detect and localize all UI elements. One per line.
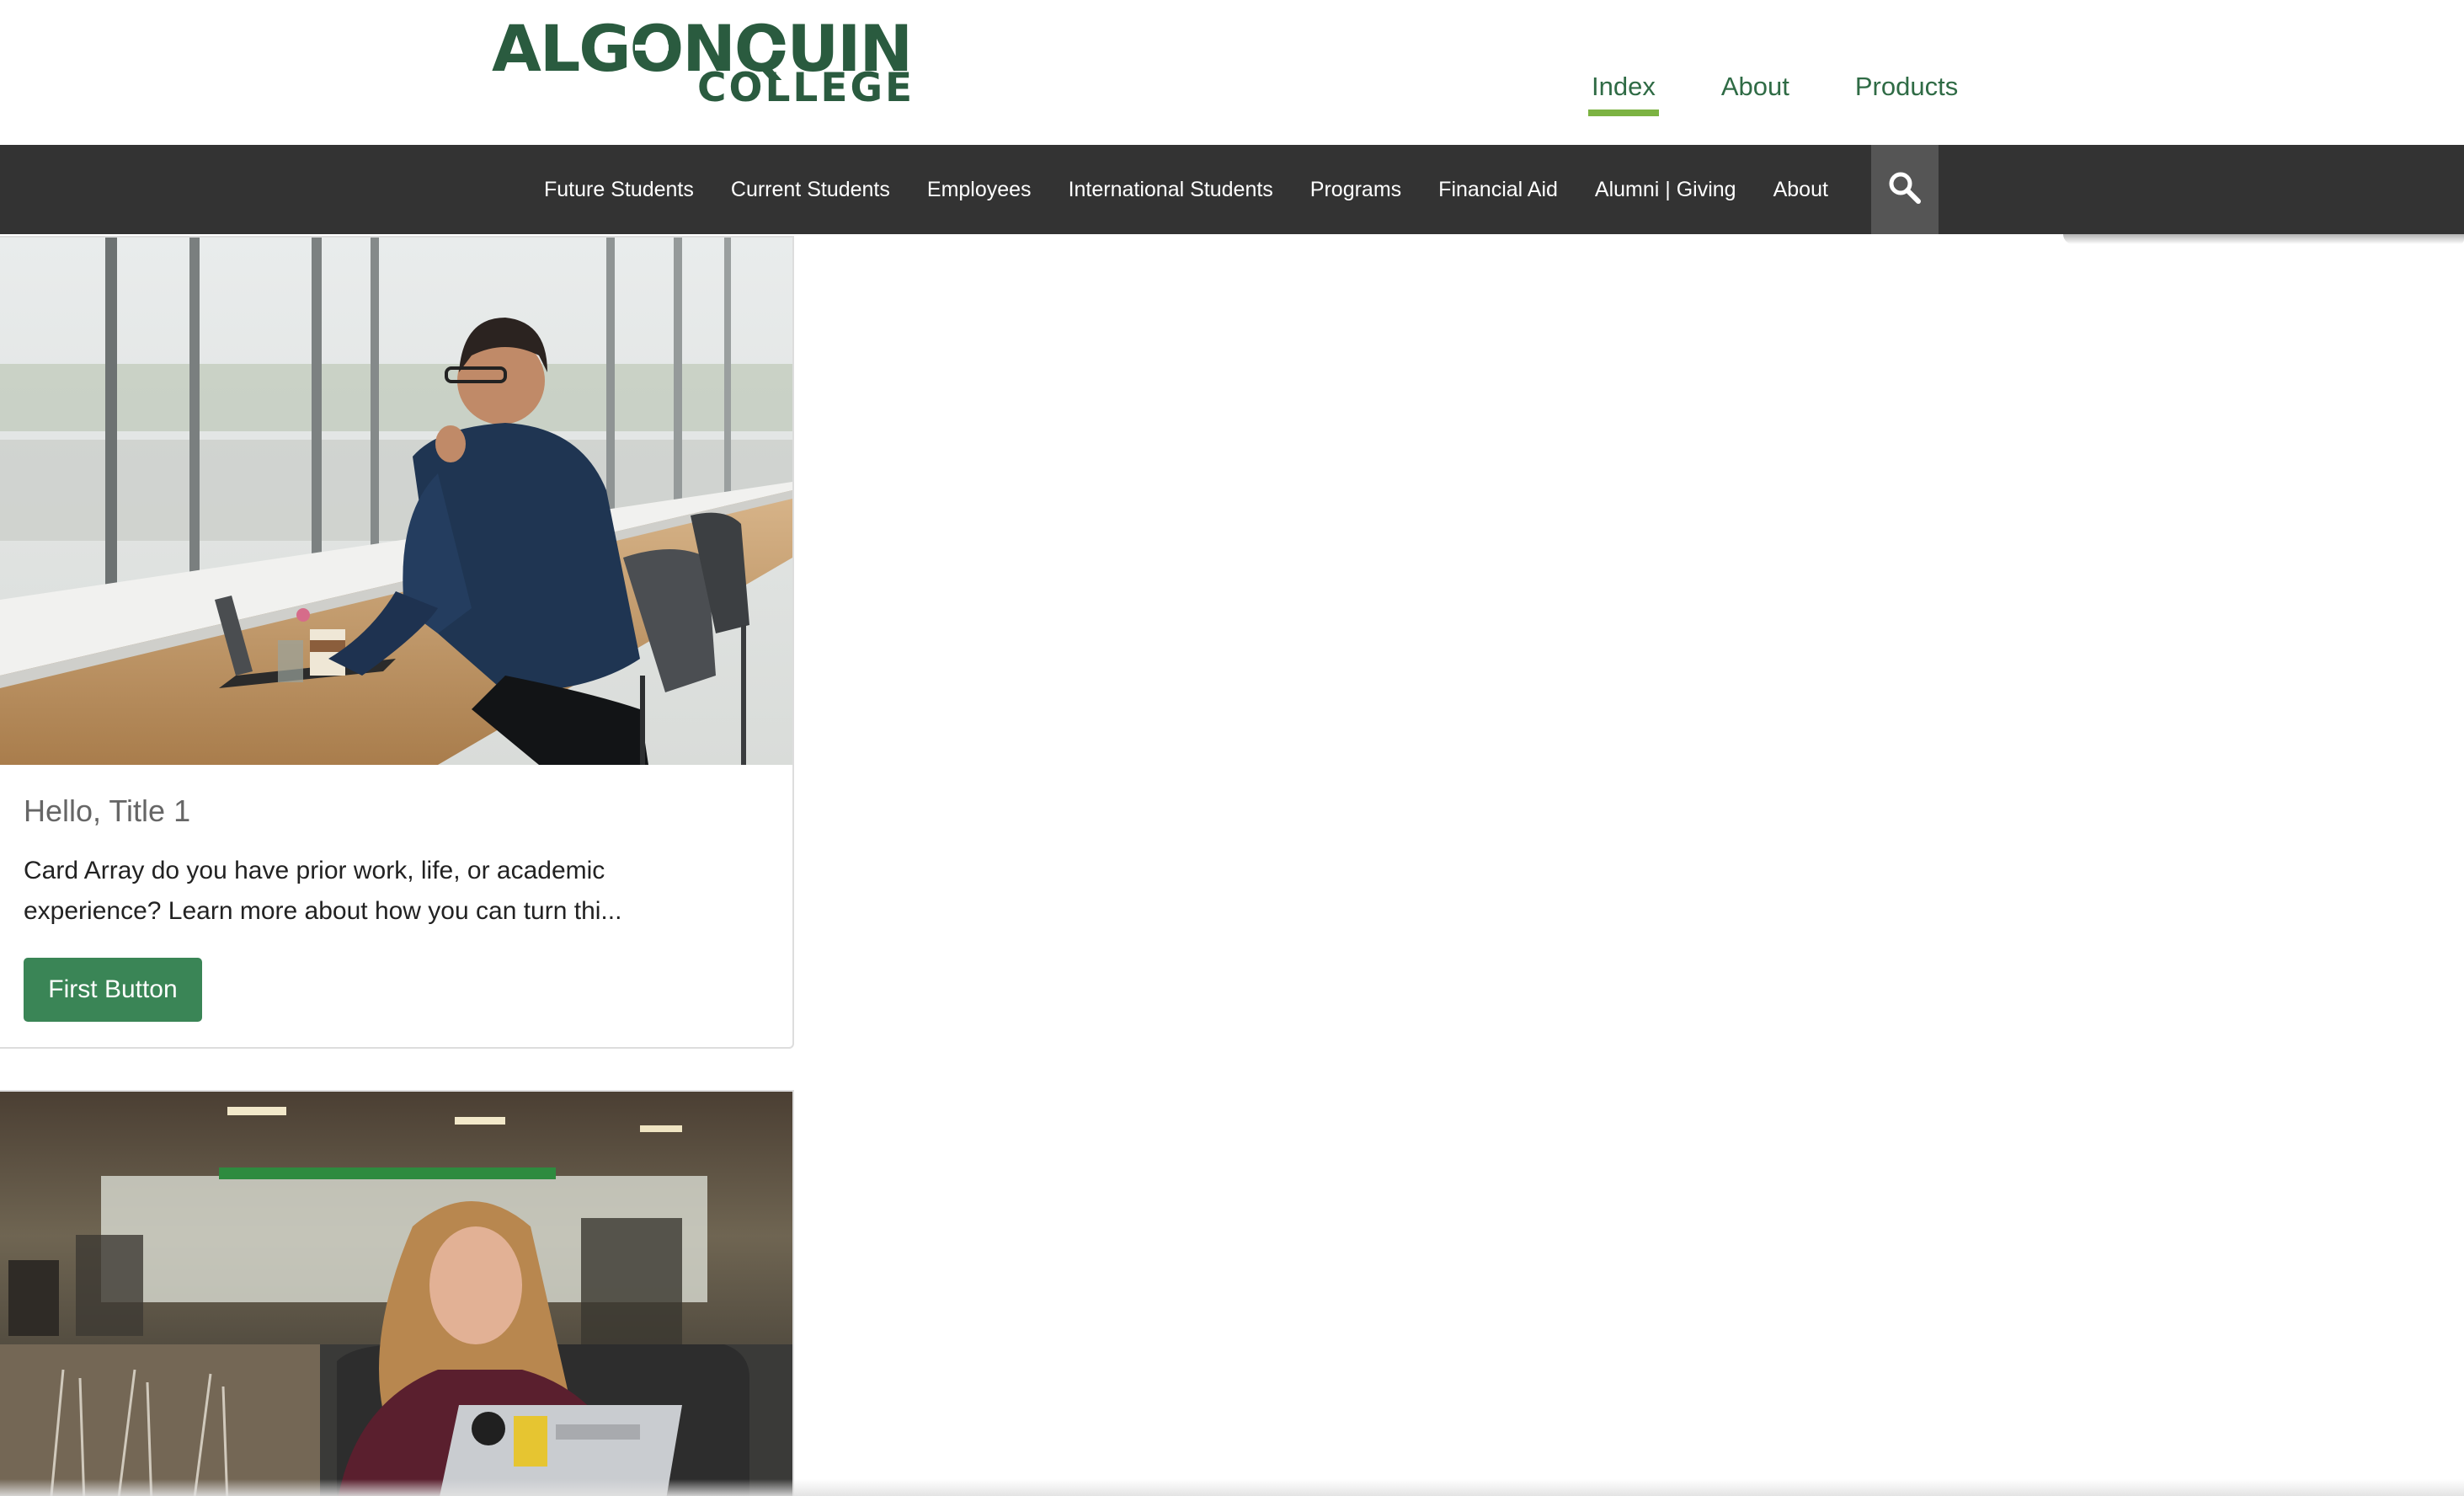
nav-international-students[interactable]: International Students	[1050, 145, 1292, 234]
main-nav-list: Future Students Current Students Employe…	[525, 145, 1847, 234]
student-in-cafeteria-photo	[0, 1092, 792, 1496]
card: Hello, Title 1 Card Array do you have pr…	[0, 236, 794, 1049]
card-title: Hello, Title 1	[24, 793, 191, 828]
top-nav-about[interactable]: About	[1721, 67, 1789, 106]
student-with-laptop-photo	[0, 238, 792, 765]
card	[0, 1090, 794, 1496]
top-nav-products[interactable]: Products	[1855, 67, 1958, 106]
nav-programs[interactable]: Programs	[1292, 145, 1420, 234]
nav-employees[interactable]: Employees	[909, 145, 1050, 234]
nav-future-students[interactable]: Future Students	[525, 145, 712, 234]
logo-wordmark-bottom: COLLEGE	[697, 65, 915, 111]
logo-notch-decoration	[635, 45, 669, 51]
page-bottom-fade	[0, 1479, 2464, 1496]
nav-about[interactable]: About	[1755, 145, 1847, 234]
nav-financial-aid[interactable]: Financial Aid	[1420, 145, 1576, 234]
site-header: ALGONQUIN COLLEGE Index About Products	[0, 0, 2464, 145]
main-navigation-bar: Future Students Current Students Employe…	[0, 145, 2464, 234]
first-button[interactable]: First Button	[24, 958, 202, 1022]
card-description: Card Array do you have prior work, life,…	[24, 857, 622, 925]
nav-alumni-giving[interactable]: Alumni | Giving	[1576, 145, 1755, 234]
logo-notch-decoration	[753, 45, 792, 51]
search-button[interactable]	[1871, 145, 1939, 234]
search-icon	[1886, 169, 1923, 211]
nav-current-students[interactable]: Current Students	[712, 145, 909, 234]
top-navigation: Index About Products	[1588, 67, 1958, 116]
top-nav-index[interactable]: Index	[1588, 67, 1659, 116]
college-logo[interactable]: ALGONQUIN COLLEGE	[492, 17, 913, 110]
navbar-shadow	[2063, 234, 2464, 244]
